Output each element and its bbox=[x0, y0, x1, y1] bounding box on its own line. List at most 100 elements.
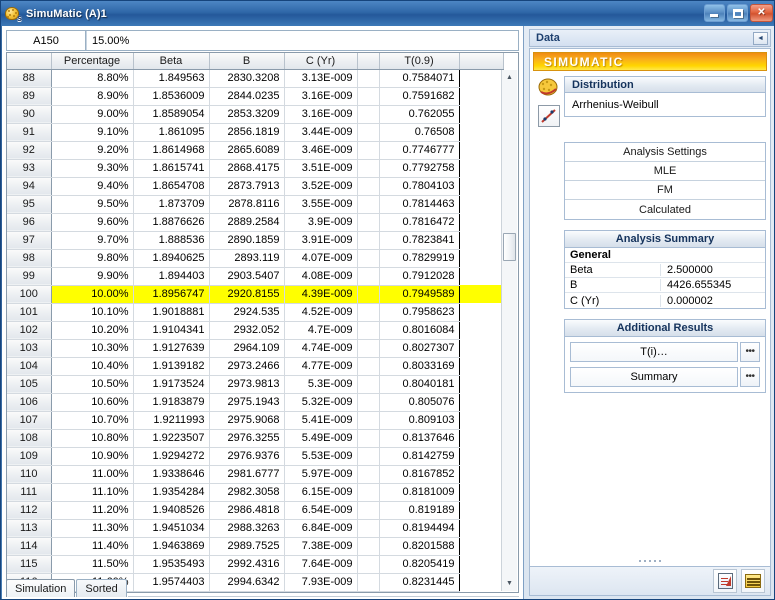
cell-b[interactable]: 2830.3208 bbox=[209, 69, 285, 88]
row-number-cell[interactable]: 93 bbox=[7, 159, 52, 178]
cell-cyr[interactable]: 5.41E-009 bbox=[284, 411, 358, 430]
table-row[interactable]: 106 10.60% 1.9183879 2975.1943 5.32E-009 0.80… bbox=[7, 393, 503, 412]
cell-spacer[interactable] bbox=[357, 501, 380, 520]
cell-spacer[interactable] bbox=[357, 105, 380, 124]
cell-t09[interactable]: 0.7591682 bbox=[379, 87, 460, 106]
cell-spacer[interactable] bbox=[357, 285, 380, 304]
table-row[interactable]: 97 9.70% 1.888536 2890.1859 3.91E-009 0.78238… bbox=[7, 231, 503, 250]
cell-cyr[interactable]: 5.49E-009 bbox=[284, 429, 358, 448]
table-row[interactable]: 107 10.70% 1.9211993 2975.9068 5.41E-009 0.80… bbox=[7, 411, 503, 430]
cell-cyr[interactable]: 3.91E-009 bbox=[284, 231, 358, 250]
cell-percentage[interactable]: 11.50% bbox=[51, 555, 134, 574]
row-number-cell[interactable]: 99 bbox=[7, 267, 52, 286]
column-header-percentage[interactable]: Percentage bbox=[51, 53, 134, 70]
cell-beta[interactable]: 1.849563 bbox=[133, 69, 210, 88]
cell-tail[interactable] bbox=[459, 483, 503, 501]
cell-tail[interactable] bbox=[459, 159, 503, 177]
table-row[interactable]: 93 9.30% 1.8615741 2868.4175 3.51E-009 0.7792… bbox=[7, 159, 503, 178]
row-number-cell[interactable]: 91 bbox=[7, 123, 52, 142]
cell-tail[interactable] bbox=[459, 447, 503, 465]
cell-tail[interactable] bbox=[459, 249, 503, 267]
cell-spacer[interactable] bbox=[357, 375, 380, 394]
cell-b[interactable]: 2976.3255 bbox=[209, 429, 285, 448]
cell-t09[interactable]: 0.7814463 bbox=[379, 195, 460, 214]
cell-cyr[interactable]: 4.52E-009 bbox=[284, 303, 358, 322]
cell-spacer[interactable] bbox=[357, 339, 380, 358]
cell-cyr[interactable]: 3.16E-009 bbox=[284, 105, 358, 124]
cell-beta[interactable]: 1.8876626 bbox=[133, 213, 210, 232]
cell-cyr[interactable]: 3.55E-009 bbox=[284, 195, 358, 214]
cell-tail[interactable] bbox=[459, 375, 503, 393]
cell-t09[interactable]: 0.7746777 bbox=[379, 141, 460, 160]
cell-beta[interactable]: 1.9463869 bbox=[133, 537, 210, 556]
cell-spacer[interactable] bbox=[357, 465, 380, 484]
sheet-tab-simulation[interactable]: Simulation bbox=[6, 579, 76, 597]
table-row[interactable]: 114 11.40% 1.9463869 2989.7525 7.38E-009 0.82… bbox=[7, 537, 503, 556]
cell-beta[interactable]: 1.8614968 bbox=[133, 141, 210, 160]
cell-percentage[interactable]: 10.20% bbox=[51, 321, 134, 340]
cell-b[interactable]: 2865.6089 bbox=[209, 141, 285, 160]
cell-b[interactable]: 2988.3263 bbox=[209, 519, 285, 538]
cell-percentage[interactable]: 11.20% bbox=[51, 501, 134, 520]
cell-b[interactable]: 2982.3058 bbox=[209, 483, 285, 502]
cell-spacer[interactable] bbox=[357, 213, 380, 232]
cell-tail[interactable] bbox=[459, 339, 503, 357]
cell-spacer[interactable] bbox=[357, 411, 380, 430]
cell-cyr[interactable]: 6.15E-009 bbox=[284, 483, 358, 502]
cell-beta[interactable]: 1.8956747 bbox=[133, 285, 210, 304]
cell-spacer[interactable] bbox=[357, 267, 380, 286]
cell-percentage[interactable]: 10.30% bbox=[51, 339, 134, 358]
chevron-left-icon[interactable]: ◄ bbox=[753, 32, 768, 45]
cell-spacer[interactable] bbox=[357, 321, 380, 340]
table-row[interactable]: 101 10.10% 1.9018881 2924.535 4.52E-009 0.795… bbox=[7, 303, 503, 322]
cell-b[interactable]: 2853.3209 bbox=[209, 105, 285, 124]
cell-reference-box[interactable]: A150 bbox=[7, 31, 86, 50]
cell-t09[interactable]: 0.8033169 bbox=[379, 357, 460, 376]
cell-cyr[interactable]: 3.44E-009 bbox=[284, 123, 358, 142]
column-header-cyr[interactable]: C (Yr) bbox=[284, 53, 358, 70]
cell-t09[interactable]: 0.8205419 bbox=[379, 555, 460, 574]
ti-ellipsis-button[interactable]: ••• bbox=[740, 342, 760, 362]
table-row[interactable]: 98 9.80% 1.8940625 2893.119 4.07E-009 0.78299… bbox=[7, 249, 503, 268]
cell-percentage[interactable]: 9.60% bbox=[51, 213, 134, 232]
cell-spacer[interactable] bbox=[357, 447, 380, 466]
cell-spacer[interactable] bbox=[357, 519, 380, 538]
table-row[interactable]: 109 10.90% 1.9294272 2976.9376 5.53E-009 0.81… bbox=[7, 447, 503, 466]
cell-tail[interactable] bbox=[459, 285, 503, 303]
cell-t09[interactable]: 0.7912028 bbox=[379, 267, 460, 286]
summary-ellipsis-button[interactable]: ••• bbox=[740, 367, 760, 387]
cell-tail[interactable] bbox=[459, 519, 503, 537]
cell-cyr[interactable]: 6.84E-009 bbox=[284, 519, 358, 538]
cell-t09[interactable]: 0.7804103 bbox=[379, 177, 460, 196]
cell-spacer[interactable] bbox=[357, 195, 380, 214]
table-row[interactable]: 94 9.40% 1.8654708 2873.7913 3.52E-009 0.7804… bbox=[7, 177, 503, 196]
cell-percentage[interactable]: 10.10% bbox=[51, 303, 134, 322]
cell-beta[interactable]: 1.9223507 bbox=[133, 429, 210, 448]
cell-t09[interactable]: 0.7949589 bbox=[379, 285, 460, 304]
row-number-cell[interactable]: 112 bbox=[7, 501, 52, 520]
cell-b[interactable]: 2873.7913 bbox=[209, 177, 285, 196]
cell-tail[interactable] bbox=[459, 213, 503, 231]
cell-tail[interactable] bbox=[459, 501, 503, 519]
cell-percentage[interactable]: 10.00% bbox=[51, 285, 134, 304]
cell-beta[interactable]: 1.9408526 bbox=[133, 501, 210, 520]
cell-cyr[interactable]: 5.32E-009 bbox=[284, 393, 358, 412]
cell-tail[interactable] bbox=[459, 411, 503, 429]
scrollbar-thumb[interactable] bbox=[503, 233, 516, 261]
cell-spacer[interactable] bbox=[357, 87, 380, 106]
cell-b[interactable]: 2989.7525 bbox=[209, 537, 285, 556]
cell-tail[interactable] bbox=[459, 321, 503, 339]
cell-b[interactable]: 2889.2584 bbox=[209, 213, 285, 232]
cell-percentage[interactable]: 9.50% bbox=[51, 195, 134, 214]
cell-tail[interactable] bbox=[459, 141, 503, 159]
cell-spacer[interactable] bbox=[357, 231, 380, 250]
cell-cyr[interactable]: 4.07E-009 bbox=[284, 249, 358, 268]
cell-cyr[interactable]: 5.3E-009 bbox=[284, 375, 358, 394]
row-number-cell[interactable]: 98 bbox=[7, 249, 52, 268]
cell-percentage[interactable]: 9.40% bbox=[51, 177, 134, 196]
cell-beta[interactable]: 1.8940625 bbox=[133, 249, 210, 268]
cell-beta[interactable]: 1.9294272 bbox=[133, 447, 210, 466]
cell-cyr[interactable]: 3.9E-009 bbox=[284, 213, 358, 232]
table-row[interactable]: 105 10.50% 1.9173524 2973.9813 5.3E-009 0.804… bbox=[7, 375, 503, 394]
cell-t09[interactable]: 0.8194494 bbox=[379, 519, 460, 538]
